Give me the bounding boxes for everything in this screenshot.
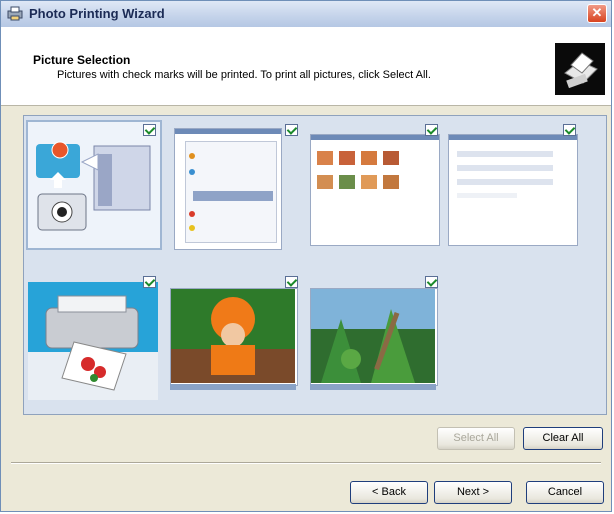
picture-selection-panel[interactable] <box>23 115 607 415</box>
thumb-child-costume-photo[interactable] <box>170 274 302 400</box>
printer-wizard-icon <box>555 43 605 95</box>
window-title: Photo Printing Wizard <box>29 6 165 21</box>
thumbnail-strip <box>170 384 296 390</box>
thumb-photo-grid-screenshot[interactable] <box>310 122 442 248</box>
wizard-graphic-image <box>36 141 151 231</box>
footer-separator <box>11 462 601 464</box>
print-checkbox[interactable] <box>425 124 438 136</box>
wizard-header: Picture Selection Pictures with check ma… <box>1 27 611 106</box>
print-checkbox[interactable] <box>563 124 576 136</box>
back-button[interactable]: < Back <box>350 481 428 504</box>
thumb-wizard-graphic[interactable] <box>26 120 162 250</box>
print-checkbox[interactable] <box>285 276 298 288</box>
printer-app-icon <box>7 6 23 21</box>
page-instructions: Pictures with check marks will be printe… <box>57 69 431 81</box>
page-title: Picture Selection <box>33 53 131 67</box>
thumb-dialog-screenshot[interactable] <box>170 122 302 250</box>
cancel-button[interactable]: Cancel <box>526 481 604 504</box>
settings-screenshot-image <box>448 134 578 246</box>
garden-photo-image <box>310 288 438 386</box>
close-icon: ✕ <box>591 5 603 20</box>
child-costume-photo-image <box>170 288 298 386</box>
close-button[interactable]: ✕ <box>587 4 607 23</box>
select-all-button[interactable]: Select All <box>437 427 515 450</box>
clear-all-button[interactable]: Clear All <box>523 427 603 450</box>
photo-grid-screenshot-image <box>310 134 440 246</box>
thumb-printer[interactable] <box>28 274 160 400</box>
title-bar[interactable]: Photo Printing Wizard ✕ <box>1 1 611 28</box>
print-checkbox[interactable] <box>285 124 298 136</box>
dialog-screenshot-image <box>174 128 282 250</box>
print-checkbox[interactable] <box>425 276 438 288</box>
print-checkbox[interactable] <box>143 124 156 136</box>
thumb-settings-screenshot[interactable] <box>448 122 580 248</box>
thumbnail-strip <box>310 384 436 390</box>
printer-image <box>28 282 158 400</box>
print-checkbox[interactable] <box>143 276 156 288</box>
thumb-garden-photo[interactable] <box>310 274 442 400</box>
next-button[interactable]: Next > <box>434 481 512 504</box>
photo-printing-wizard-window: Photo Printing Wizard ✕ Picture Selectio… <box>0 0 612 512</box>
